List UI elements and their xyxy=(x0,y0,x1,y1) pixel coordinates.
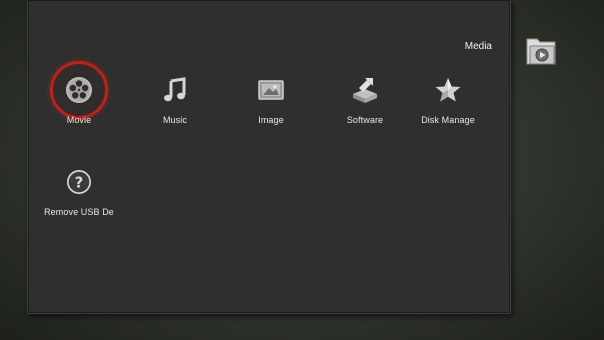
menu-item-label: Movie xyxy=(66,115,92,125)
menu-item-label: Remove USB De xyxy=(44,207,114,217)
software-install-icon xyxy=(353,78,377,103)
media-menu-panel xyxy=(27,0,511,314)
picture-icon xyxy=(258,80,284,100)
menu-item-software-icon-wrap xyxy=(345,70,385,110)
menu-item-disk-manage[interactable]: Disk Manage xyxy=(398,70,498,140)
selection-ring xyxy=(50,61,108,119)
svg-text:?: ? xyxy=(75,174,84,192)
section-connector-arrow xyxy=(503,40,511,54)
menu-item-label: Image xyxy=(258,115,284,125)
menu-item-movie-icon-wrap xyxy=(50,61,108,119)
media-folder-icon[interactable] xyxy=(525,33,559,67)
menu-item-label: Disk Manage xyxy=(421,115,475,125)
menu-item-music[interactable]: Music xyxy=(125,70,225,140)
menu-item-label: Music xyxy=(162,115,187,125)
section-title: Media xyxy=(464,41,492,52)
menu-item-remove-usb-icon-wrap: ? xyxy=(59,162,99,202)
menu-item-remove-usb[interactable]: ? Remove USB De xyxy=(29,162,129,232)
menu-item-movie[interactable]: Movie xyxy=(29,61,129,140)
menu-item-image-icon-wrap xyxy=(251,70,291,110)
menu-item-music-icon-wrap xyxy=(155,70,195,110)
star-icon xyxy=(435,78,461,102)
question-mark-icon: ? xyxy=(67,170,91,194)
menu-item-disk-manage-icon-wrap xyxy=(428,70,468,110)
menu-item-image[interactable]: Image xyxy=(221,70,321,140)
music-note-icon xyxy=(164,77,186,102)
